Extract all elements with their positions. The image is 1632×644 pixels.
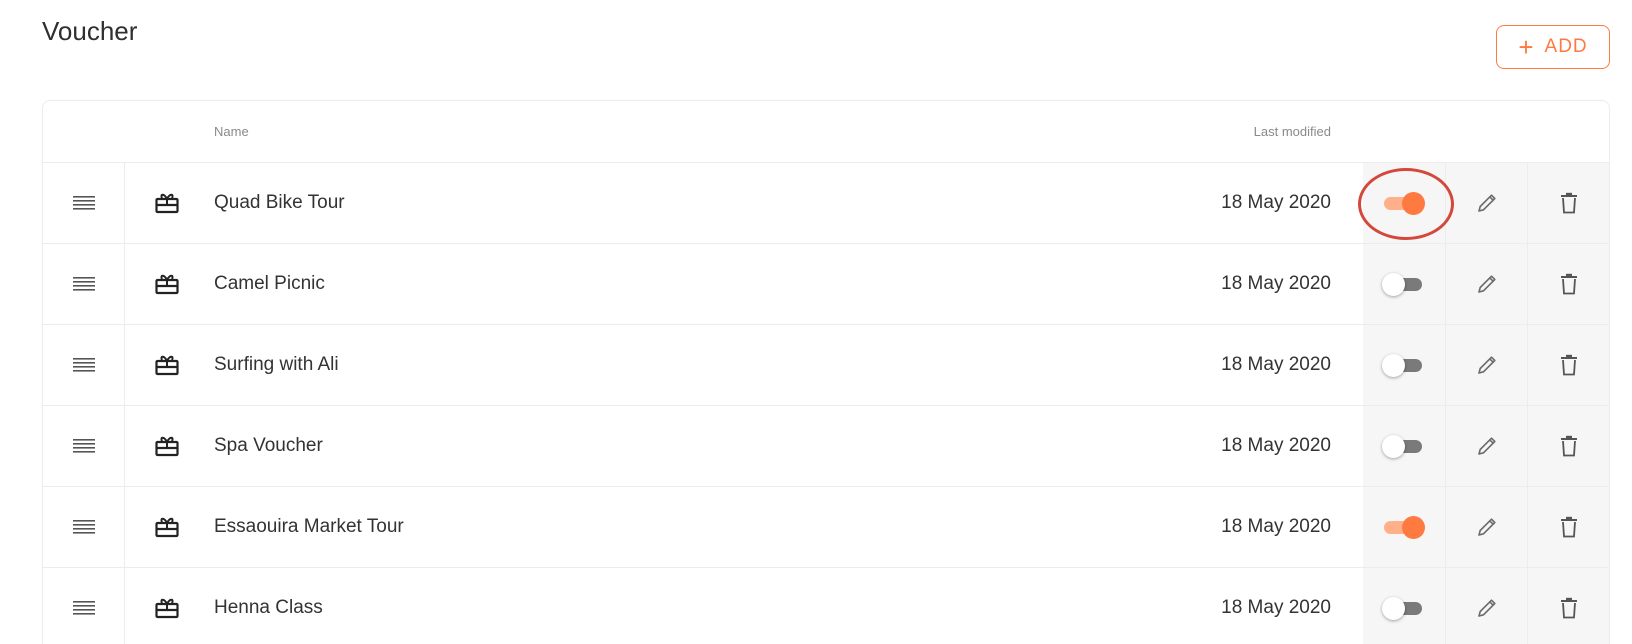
plus-icon: + bbox=[1518, 32, 1535, 62]
toggle-cell[interactable] bbox=[1363, 325, 1445, 405]
drag-handle[interactable] bbox=[43, 163, 125, 243]
toggle-cell[interactable] bbox=[1363, 244, 1445, 324]
drag-handle-icon bbox=[72, 601, 95, 615]
pencil-icon bbox=[1477, 599, 1496, 617]
enable-toggle[interactable] bbox=[1382, 596, 1426, 620]
voucher-table: Name Last modified Quad Bike Tour 18 May… bbox=[42, 100, 1610, 644]
drag-handle[interactable] bbox=[43, 568, 125, 644]
enable-toggle[interactable] bbox=[1382, 353, 1426, 377]
pencil-icon bbox=[1477, 275, 1496, 293]
trash-icon bbox=[1560, 516, 1577, 538]
toggle-knob bbox=[1402, 516, 1425, 539]
trash-icon bbox=[1560, 435, 1577, 457]
gift-card-icon bbox=[155, 517, 179, 538]
delete-button[interactable] bbox=[1527, 163, 1609, 243]
add-button-label: ADD bbox=[1544, 36, 1588, 57]
delete-button[interactable] bbox=[1527, 568, 1609, 644]
pencil-icon bbox=[1477, 356, 1496, 374]
trash-icon bbox=[1560, 192, 1577, 214]
voucher-type bbox=[155, 487, 179, 567]
toggle-knob bbox=[1402, 192, 1425, 215]
gift-card-icon bbox=[155, 436, 179, 457]
enable-toggle[interactable] bbox=[1382, 515, 1426, 539]
trash-icon bbox=[1560, 354, 1577, 376]
drag-handle[interactable] bbox=[43, 406, 125, 486]
gift-card-icon bbox=[155, 274, 179, 295]
toggle-cell[interactable] bbox=[1363, 406, 1445, 486]
voucher-type bbox=[155, 568, 179, 644]
delete-button[interactable] bbox=[1527, 406, 1609, 486]
page-title: Voucher bbox=[42, 16, 138, 46]
table-header: Name Last modified bbox=[43, 101, 1609, 163]
drag-handle-icon bbox=[72, 196, 95, 210]
delete-button[interactable] bbox=[1527, 244, 1609, 324]
edit-button[interactable] bbox=[1445, 244, 1527, 324]
delete-button[interactable] bbox=[1527, 487, 1609, 567]
edit-button[interactable] bbox=[1445, 406, 1527, 486]
enable-toggle[interactable] bbox=[1382, 434, 1426, 458]
drag-handle-icon bbox=[72, 520, 95, 534]
drag-handle-icon bbox=[72, 277, 95, 291]
toggle-knob bbox=[1382, 597, 1405, 620]
pencil-icon bbox=[1477, 518, 1496, 536]
voucher-name: Essaouira Market Tour bbox=[214, 516, 404, 537]
gift-card-icon bbox=[155, 598, 179, 619]
toggle-knob bbox=[1382, 435, 1405, 458]
page-header: Voucher + ADD bbox=[42, 16, 1610, 69]
drag-handle[interactable] bbox=[43, 487, 125, 567]
drag-handle-icon bbox=[72, 439, 95, 453]
edit-button[interactable] bbox=[1445, 163, 1527, 243]
edit-button[interactable] bbox=[1445, 568, 1527, 644]
voucher-last-modified: 18 May 2020 bbox=[1221, 597, 1331, 618]
voucher-type bbox=[155, 163, 179, 243]
toggle-knob bbox=[1382, 273, 1405, 296]
voucher-name: Quad Bike Tour bbox=[214, 192, 345, 213]
voucher-name: Surfing with Ali bbox=[214, 354, 339, 375]
table-row: Quad Bike Tour 18 May 2020 bbox=[43, 163, 1609, 244]
toggle-knob bbox=[1382, 354, 1405, 377]
pencil-icon bbox=[1477, 194, 1496, 212]
voucher-type bbox=[155, 325, 179, 405]
voucher-name: Henna Class bbox=[214, 597, 323, 618]
voucher-last-modified: 18 May 2020 bbox=[1221, 354, 1331, 375]
voucher-last-modified: 18 May 2020 bbox=[1221, 516, 1331, 537]
gift-card-icon bbox=[155, 193, 179, 214]
toggle-cell[interactable] bbox=[1363, 487, 1445, 567]
column-header-last-modified: Last modified bbox=[1253, 124, 1331, 139]
voucher-last-modified: 18 May 2020 bbox=[1221, 192, 1331, 213]
pencil-icon bbox=[1477, 437, 1496, 455]
voucher-type bbox=[155, 406, 179, 486]
toggle-cell[interactable] bbox=[1363, 568, 1445, 644]
table-row: Henna Class 18 May 2020 bbox=[43, 568, 1609, 644]
edit-button[interactable] bbox=[1445, 487, 1527, 567]
voucher-name: Camel Picnic bbox=[214, 273, 325, 294]
column-header-name: Name bbox=[214, 124, 249, 139]
drag-handle-icon bbox=[72, 358, 95, 372]
trash-icon bbox=[1560, 273, 1577, 295]
trash-icon bbox=[1560, 597, 1577, 619]
table-row: Surfing with Ali 18 May 2020 bbox=[43, 325, 1609, 406]
enable-toggle[interactable] bbox=[1382, 191, 1426, 215]
drag-handle[interactable] bbox=[43, 325, 125, 405]
voucher-last-modified: 18 May 2020 bbox=[1221, 435, 1331, 456]
table-body: Quad Bike Tour 18 May 2020 Camel Picnic … bbox=[43, 163, 1609, 644]
enable-toggle[interactable] bbox=[1382, 272, 1426, 296]
edit-button[interactable] bbox=[1445, 325, 1527, 405]
table-row: Camel Picnic 18 May 2020 bbox=[43, 244, 1609, 325]
voucher-type bbox=[155, 244, 179, 324]
voucher-name: Spa Voucher bbox=[214, 435, 323, 456]
table-row: Spa Voucher 18 May 2020 bbox=[43, 406, 1609, 487]
voucher-last-modified: 18 May 2020 bbox=[1221, 273, 1331, 294]
table-row: Essaouira Market Tour 18 May 2020 bbox=[43, 487, 1609, 568]
drag-handle[interactable] bbox=[43, 244, 125, 324]
delete-button[interactable] bbox=[1527, 325, 1609, 405]
gift-card-icon bbox=[155, 355, 179, 376]
toggle-cell[interactable] bbox=[1363, 163, 1445, 243]
add-button[interactable]: + ADD bbox=[1496, 25, 1610, 69]
